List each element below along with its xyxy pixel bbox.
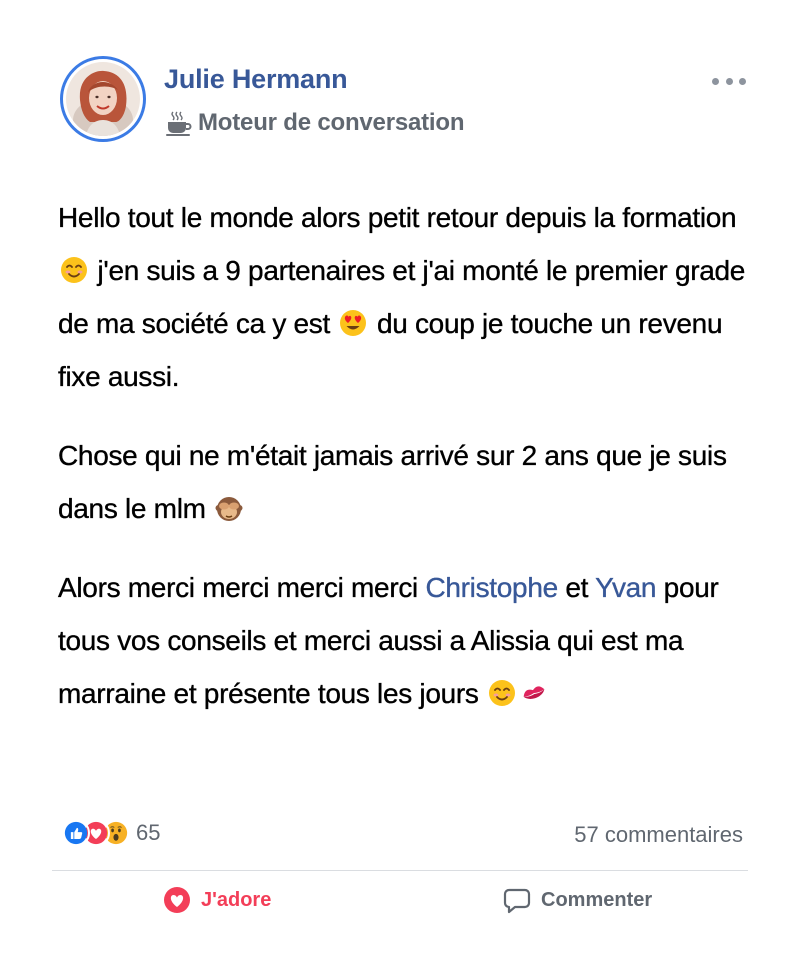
post-text-segment: Hello tout le monde alors petit retour d… <box>58 202 737 233</box>
see-no-evil-monkey-icon <box>213 493 245 524</box>
comment-label: Commenter <box>541 888 653 911</box>
heart-reaction-icon <box>164 887 190 913</box>
reaction-count: 65 <box>136 820 161 845</box>
coffee-cup-icon <box>166 111 192 136</box>
speech-bubble-icon <box>503 888 531 914</box>
author-name[interactable]: Julie Hermann <box>164 64 348 95</box>
love-label: J'adore <box>201 888 272 911</box>
smiling-face-icon <box>58 255 90 286</box>
post-paragraph: Alors merci merci merci merci Christophe… <box>58 561 758 720</box>
group-name: Moteur de conversation <box>198 109 465 136</box>
mention-link[interactable]: Christophe <box>425 572 558 603</box>
heart-eyes-face-icon <box>337 308 369 339</box>
post-text: Hello tout le monde alors petit retour d… <box>58 191 758 746</box>
divider <box>52 870 748 871</box>
comments-count[interactable]: 57 commentaires <box>574 822 743 848</box>
post-text-segment: Chose qui ne m'était jamais arrivé sur 2… <box>58 440 727 524</box>
feed-post: Julie Hermann Moteur de conversation Hel… <box>0 0 800 971</box>
avatar[interactable] <box>60 56 146 142</box>
post-text-segment: et <box>557 572 596 603</box>
kiss-mark-icon <box>518 678 550 709</box>
ellipsis-icon[interactable] <box>712 70 746 92</box>
comment-button[interactable]: Commenter <box>503 884 652 916</box>
profile-photo <box>66 62 140 136</box>
post-paragraph: Chose qui ne m'était jamais arrivé sur 2… <box>58 429 758 535</box>
smiling-face-icon <box>486 678 518 709</box>
like-reaction-icon <box>62 819 90 847</box>
post-text-segment: Alors merci merci merci merci <box>58 572 426 603</box>
mention-link[interactable]: Yvan <box>595 572 657 603</box>
love-button[interactable]: J'adore <box>163 884 271 916</box>
reactions-summary[interactable]: 65 <box>62 818 160 848</box>
post-paragraph: Hello tout le monde alors petit retour d… <box>58 191 758 403</box>
group-link[interactable]: Moteur de conversation <box>164 108 465 138</box>
